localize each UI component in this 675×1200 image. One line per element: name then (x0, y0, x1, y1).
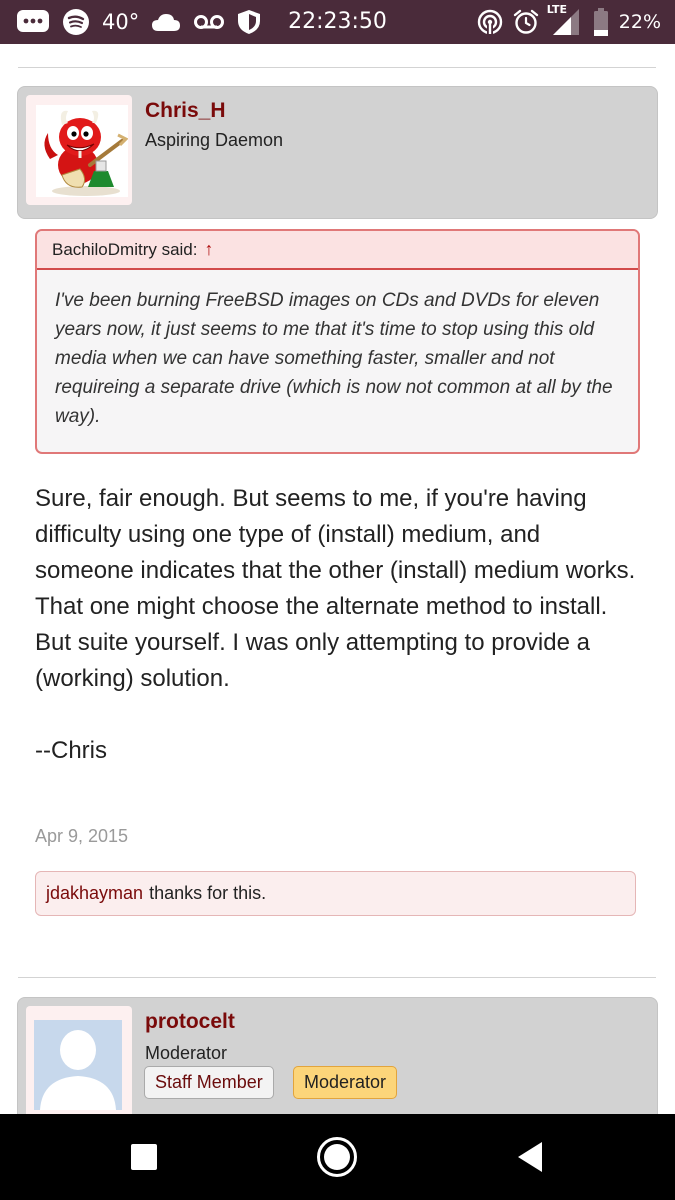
home-circle-icon[interactable] (307, 1114, 367, 1200)
alarm-icon (513, 9, 539, 35)
quote-header: BachiloDmitry said: ↑ (37, 231, 638, 270)
spotify-icon (62, 8, 90, 36)
staff-member-badge: Staff Member (144, 1066, 274, 1099)
post-author-name[interactable]: protocelt (145, 1010, 235, 1034)
moderator-badge: Moderator (293, 1066, 398, 1099)
quote-text: I've been burning FreeBSD images on CDs … (55, 290, 613, 427)
signal-icon: LTE (547, 3, 583, 37)
likes-summary: jdakhayman thanks for this. (35, 871, 636, 916)
voicemail-icon (193, 13, 225, 31)
likes-text: thanks for this. (149, 883, 267, 903)
temperature: 40° (102, 10, 140, 34)
post-author-name[interactable]: Chris_H (145, 99, 226, 123)
message-paragraph: But suite yourself. I was only attemptin… (35, 629, 590, 692)
user-title: Aspiring Daemon (145, 130, 284, 150)
network-type: LTE (546, 3, 567, 16)
navigation-bar (0, 1114, 675, 1200)
default-avatar[interactable] (34, 1020, 122, 1110)
hotspot-icon (477, 9, 503, 35)
message-paragraph: Sure, fair enough. But seems to me, if y… (35, 485, 636, 620)
back-triangle-icon[interactable] (500, 1114, 560, 1200)
status-bar: 40° 22:23:50 LTE 22% (0, 0, 675, 44)
jump-to-quote-icon[interactable]: ↑ (205, 239, 214, 260)
post-message-body: Sure, fair enough. But seems to me, if y… (35, 481, 645, 769)
post-divider (18, 67, 656, 68)
avatar-frame (26, 95, 132, 205)
post-signature: --Chris (35, 737, 107, 764)
battery-icon (593, 8, 609, 36)
post-divider (18, 977, 656, 978)
post-date[interactable]: Apr 9, 2015 (35, 826, 128, 847)
liker-username[interactable]: jdakhayman (46, 883, 143, 904)
shield-icon (237, 9, 261, 35)
quote-author: BachiloDmitry said: (52, 239, 198, 259)
quote-block: BachiloDmitry said: ↑ I've been burning … (35, 229, 640, 454)
message-icon (16, 9, 50, 35)
recents-square-icon[interactable] (114, 1114, 174, 1200)
post-author-header: Chris_H Aspiring Daemon (17, 86, 658, 219)
user-title: Moderator (145, 1043, 228, 1063)
battery-percent: 22% (618, 11, 661, 33)
cloud-icon (151, 12, 181, 32)
bsd-daemon-avatar[interactable] (36, 105, 129, 197)
